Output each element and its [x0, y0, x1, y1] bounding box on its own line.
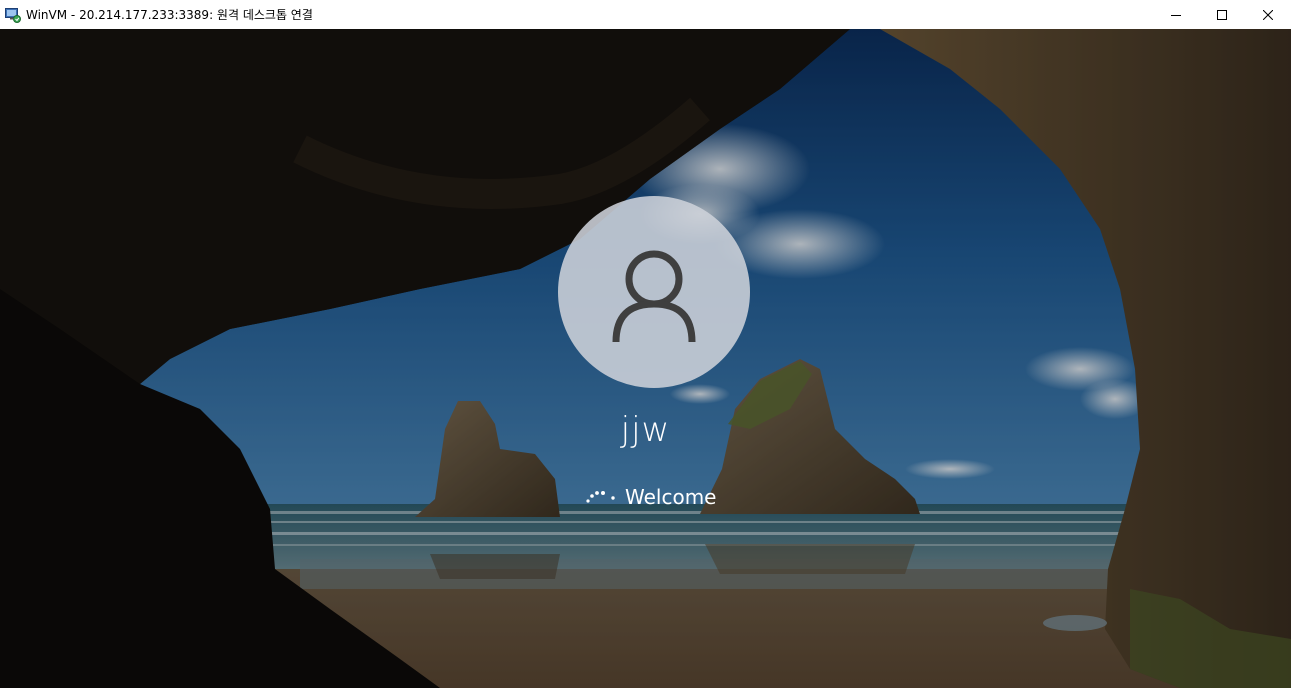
remote-desktop-icon[interactable]: [5, 7, 21, 23]
title-bar: WinVM - 20.214.177.233:3389: 원격 데스크톱 연결: [0, 0, 1291, 29]
signin-status: Welcome: [585, 481, 716, 513]
maximize-button[interactable]: [1199, 0, 1245, 29]
close-icon: [1263, 9, 1273, 20]
window-controls: [1153, 0, 1291, 29]
remote-desktop-window: WinVM - 20.214.177.233:3389: 원격 데스크톱 연결: [0, 0, 1291, 688]
minimize-button[interactable]: [1153, 0, 1199, 29]
remote-session-screen[interactable]: jjw Welcome: [0, 29, 1291, 688]
username-label: jjw: [620, 410, 671, 450]
window-title: WinVM - 20.214.177.233:3389: 원격 데스크톱 연결: [26, 8, 313, 22]
welcome-status-text: Welcome: [625, 485, 717, 509]
minimize-icon: [1171, 14, 1181, 16]
close-button[interactable]: [1245, 0, 1291, 29]
maximize-icon: [1217, 9, 1227, 20]
user-icon: [612, 250, 696, 342]
loading-spinner-icon: [585, 485, 617, 509]
user-avatar: [558, 196, 750, 388]
